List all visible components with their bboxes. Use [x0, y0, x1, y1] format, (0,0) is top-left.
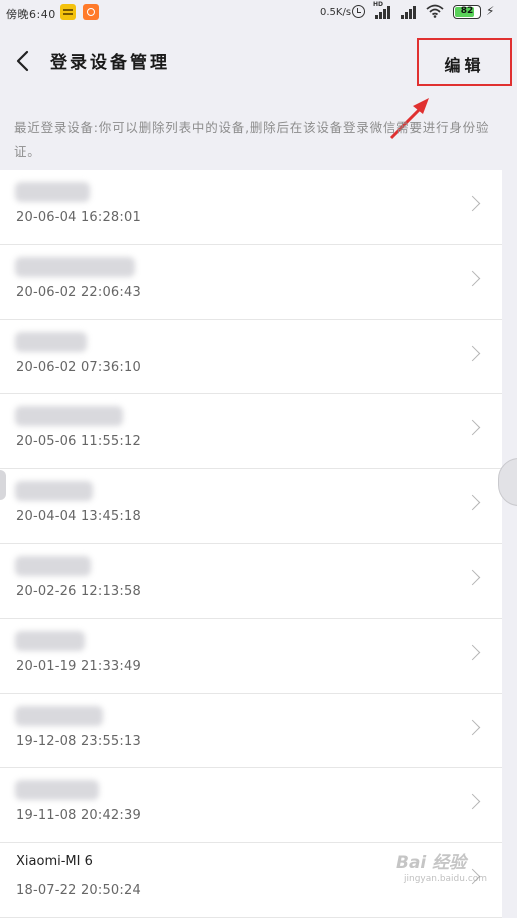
battery-icon: 82: [453, 5, 481, 19]
redacted-name-blur: [15, 481, 93, 502]
device-row[interactable]: 20-01-19 21:33:49: [0, 619, 502, 694]
signal-icon: [399, 5, 419, 19]
device-row[interactable]: 19-11-08 20:42:39: [0, 768, 502, 844]
redacted-name-blur: [15, 182, 90, 202]
charging-icon: ⚡: [486, 4, 495, 18]
device-row[interactable]: 20-06-04 16:28:01: [0, 170, 502, 245]
chevron-right-icon: [464, 644, 481, 661]
chevron-right-icon: [464, 494, 481, 511]
hint-text: 最近登录设备:你可以删除列表中的设备,删除后在该设备登录微信需要进行身份验证。: [14, 120, 490, 159]
watermark-url: jingyan.baidu.com: [404, 874, 488, 884]
chevron-right-icon: [464, 719, 481, 735]
device-login-time: 20-06-02 07:36:10: [16, 359, 141, 375]
status-time: 傍晚6:40: [6, 8, 56, 21]
device-login-time: 19-11-08 20:42:39: [16, 808, 141, 824]
device-list: 20-06-04 16:28:01 20-06-02 22:06:43 20-06-…: [0, 170, 502, 918]
device-name: Xiaomi-MI 6: [16, 854, 93, 870]
network-speed: 0.5K/s: [320, 7, 352, 18]
scroll-edge-handle[interactable]: [0, 470, 6, 500]
device-login-time: 18-07-22 20:50:24: [16, 883, 141, 899]
chevron-right-icon: [464, 345, 481, 361]
wifi-icon: [426, 4, 444, 18]
alarm-icon: [352, 5, 365, 18]
device-login-time: 20-04-04 13:45:18: [16, 509, 141, 525]
device-row[interactable]: 20-06-02 22:06:43: [0, 245, 502, 320]
redacted-name-blur: [15, 331, 87, 352]
device-login-time: 20-01-19 21:33:49: [16, 658, 141, 674]
status-bar: 傍晚6:40 0.5K/s HD 82 ⚡: [0, 0, 517, 28]
chevron-right-icon: [464, 420, 481, 436]
redacted-name-blur: [15, 406, 123, 427]
chevron-right-icon: [464, 195, 481, 212]
device-login-time: 20-02-26 12:13:58: [16, 583, 141, 599]
signal-icon: [373, 5, 393, 19]
page-title: 登录设备管理: [50, 53, 170, 73]
chevron-right-icon: [464, 794, 481, 810]
nav-bar: 登录设备管理 编辑: [0, 28, 517, 140]
back-chevron-icon[interactable]: [14, 50, 34, 72]
notification-app-icon: [60, 4, 76, 20]
device-row[interactable]: 20-04-04 13:45:18: [0, 469, 502, 544]
device-login-time: 20-06-02 22:06:43: [16, 284, 141, 300]
redacted-name-blur: [15, 555, 91, 576]
device-login-time: 19-12-08 23:55:13: [16, 733, 141, 749]
device-row[interactable]: 20-05-06 11:55:12: [0, 394, 502, 470]
device-login-time: 20-05-06 11:55:12: [16, 434, 141, 450]
device-login-time: 20-06-04 16:28:01: [16, 210, 141, 225]
edit-button-label: 编辑: [444, 56, 485, 75]
device-row[interactable]: 19-12-08 23:55:13: [0, 694, 502, 769]
edit-button[interactable]: 编辑: [417, 38, 512, 86]
battery-percent: 82: [460, 6, 474, 16]
redacted-name-blur: [15, 780, 99, 801]
redacted-name-blur: [15, 705, 103, 726]
redacted-name-blur: [15, 630, 85, 651]
device-row[interactable]: 20-02-26 12:13:58: [0, 544, 502, 619]
device-row[interactable]: 20-06-02 07:36:10: [0, 320, 502, 395]
watermark-logo: Bai 经验: [396, 853, 467, 873]
chevron-right-icon: [464, 569, 481, 586]
notification-app-icon: [83, 4, 99, 20]
redacted-name-blur: [15, 256, 135, 277]
chevron-right-icon: [464, 270, 481, 287]
